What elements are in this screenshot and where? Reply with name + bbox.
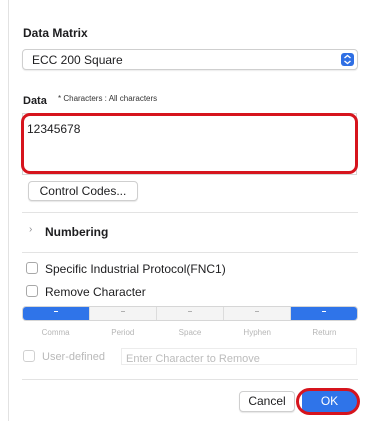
symbol-type-value: ECC 200 Square [32,53,123,67]
segment-label: Space [178,328,202,337]
segment-label: Period [111,328,135,337]
data-label: Data [23,95,47,107]
remove-character-checkbox[interactable] [26,285,38,297]
period-icon [121,311,125,312]
ok-button[interactable]: OK [302,391,357,412]
return-icon [322,311,326,312]
segment-label: Return [312,328,337,337]
segment-comma[interactable] [23,307,90,320]
window-edge [8,0,9,421]
data-textarea[interactable]: 12345678 [22,113,357,175]
user-defined-input[interactable] [122,351,356,367]
disclosure-chevron-icon[interactable]: › [29,224,32,235]
user-defined-field[interactable] [121,348,357,367]
remove-character-label[interactable]: Remove Character [45,285,146,299]
hyphen-icon [255,311,259,312]
symbol-type-select[interactable]: ECC 200 Square [22,49,358,70]
user-defined-checkbox[interactable] [23,350,35,362]
cancel-button[interactable]: Cancel [239,391,295,412]
space-icon [188,311,192,312]
section-title: Data Matrix [23,26,88,40]
separator-segmented-control[interactable] [22,306,358,321]
data-hint: * Characters : All characters [58,94,158,103]
comma-icon [54,311,58,312]
divider [22,212,358,213]
segment-label: Comma [41,328,70,337]
fnc1-checkbox[interactable] [26,262,38,274]
fnc1-label[interactable]: Specific Industrial Protocol(FNC1) [45,262,226,276]
separator-labels: Comma Period Space Hyphen Return [22,328,358,337]
divider [22,252,358,253]
divider [22,379,358,380]
user-defined-label: User-defined [42,351,105,363]
data-value: 12345678 [27,122,81,136]
segment-hyphen[interactable] [224,307,291,320]
segment-return[interactable] [291,307,357,320]
updown-chevron-icon[interactable] [341,53,354,66]
control-codes-button[interactable]: Control Codes... [28,181,138,201]
segment-label: Hyphen [243,328,271,337]
segment-space[interactable] [157,307,224,320]
numbering-label[interactable]: Numbering [45,225,108,239]
segment-period[interactable] [90,307,157,320]
